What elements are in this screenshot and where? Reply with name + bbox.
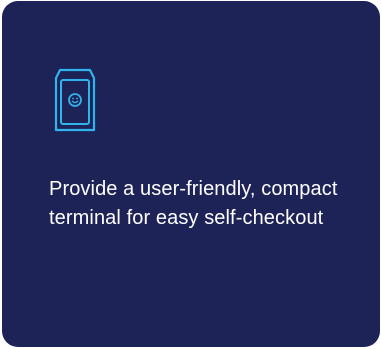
feature-card: Provide a user-friendly, compact termina…	[2, 1, 380, 347]
self-checkout-terminal-icon	[54, 66, 96, 134]
card-description: Provide a user-friendly, compact termina…	[49, 178, 338, 229]
